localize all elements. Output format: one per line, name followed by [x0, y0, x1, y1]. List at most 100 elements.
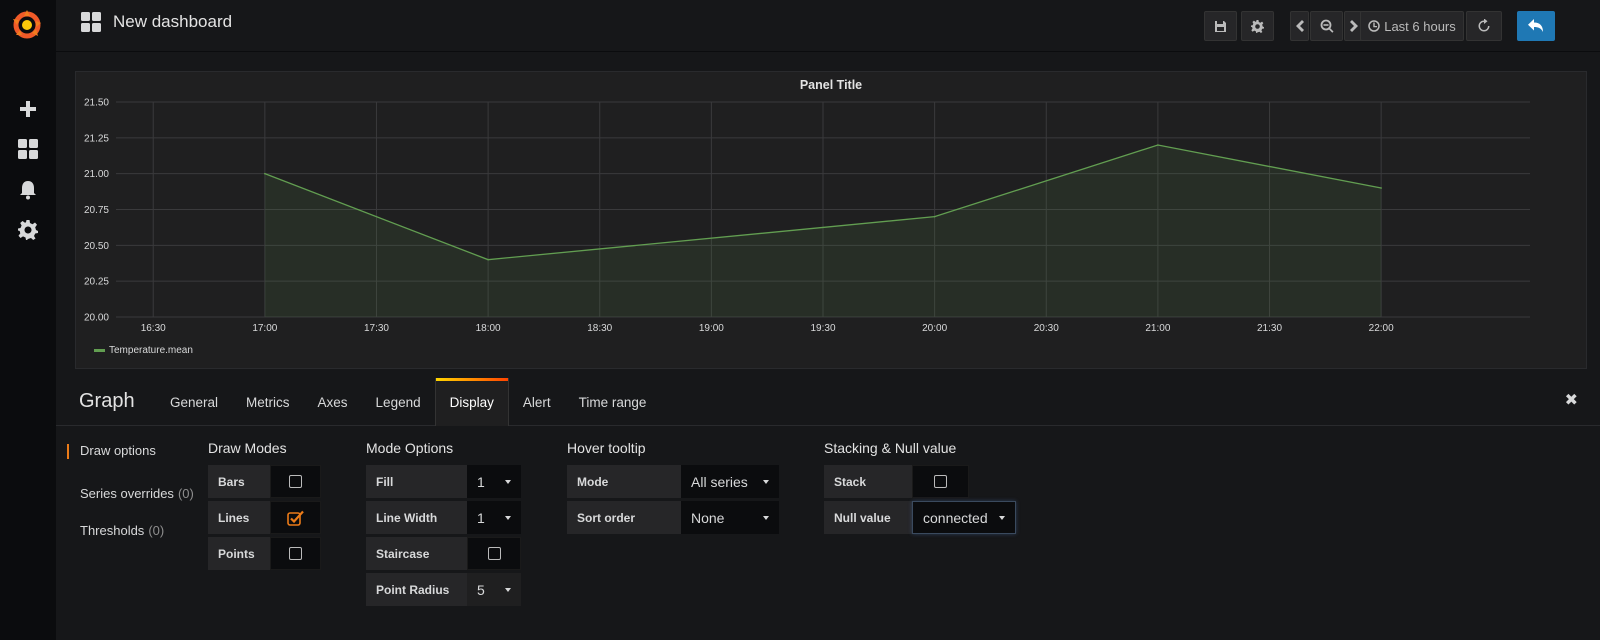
- dashboards-grid-icon: [81, 12, 101, 32]
- stack-checkbox[interactable]: [912, 465, 969, 498]
- draw-modes-section: Draw Modes Bars Lines Points: [208, 440, 321, 573]
- chevron-left-icon: [1295, 20, 1304, 32]
- points-label: Points: [208, 537, 270, 570]
- close-editor-icon[interactable]: ✖: [1565, 390, 1578, 410]
- tab-general[interactable]: General: [156, 378, 232, 426]
- x-tick-label: 18:30: [587, 323, 612, 334]
- create-icon[interactable]: [14, 95, 42, 123]
- data-point: [264, 172, 266, 175]
- checkbox-unchecked-icon: [487, 547, 501, 560]
- dashboard-picker[interactable]: New dashboard: [81, 12, 232, 32]
- caret-down-icon: [999, 515, 1005, 520]
- subnav-series-overrides[interactable]: Series overrides (0): [67, 475, 197, 512]
- back-to-dashboard-button[interactable]: [1517, 11, 1555, 41]
- x-tick-label: 16:30: [141, 323, 166, 334]
- y-tick-label: 21.50: [84, 98, 109, 109]
- back-arrow-icon: [1528, 19, 1543, 32]
- x-tick-label: 17:00: [252, 323, 277, 334]
- lines-label: Lines: [208, 501, 270, 534]
- x-tick-label: 22:00: [1369, 323, 1394, 334]
- draw-modes-title: Draw Modes: [208, 440, 287, 456]
- panel-editor: Graph General Metrics Axes Legend Displa…: [56, 378, 1600, 640]
- x-tick-label: 19:00: [699, 323, 724, 334]
- data-point: [1157, 144, 1159, 146]
- tooltip-mode-select[interactable]: All series: [681, 465, 779, 498]
- tab-alert[interactable]: Alert: [509, 378, 565, 426]
- fill-label: Fill: [366, 465, 467, 498]
- tab-time-range[interactable]: Time range: [565, 378, 661, 426]
- subnav-series-overrides-count: (0): [177, 486, 194, 501]
- stack-label: Stack: [824, 465, 912, 498]
- save-dashboard-button[interactable]: [1204, 11, 1237, 41]
- hover-tooltip-title: Hover tooltip: [567, 440, 646, 456]
- sort-order-select[interactable]: None: [681, 501, 779, 534]
- staircase-label: Staircase: [366, 537, 467, 570]
- point-radius-select[interactable]: 5: [467, 573, 521, 606]
- x-tick-label: 19:30: [810, 323, 835, 334]
- fill-value: 1: [477, 473, 485, 490]
- caret-down-icon: [763, 479, 769, 484]
- subnav-series-overrides-label: Series overrides: [80, 486, 174, 501]
- x-tick-label: 17:30: [364, 323, 389, 334]
- graph-chart: 20.00 20.25 20.50 20.75 21.00 21.25 21.50 16:30…: [84, 98, 1530, 334]
- points-checkbox[interactable]: [270, 537, 321, 570]
- zoom-out-icon: [1320, 19, 1333, 33]
- editor-tabs: General Metrics Axes Legend Display Aler…: [156, 378, 660, 426]
- grafana-logo-icon[interactable]: [10, 8, 44, 42]
- subnav-draw-options[interactable]: Draw options: [67, 438, 197, 475]
- bars-checkbox[interactable]: [270, 465, 321, 498]
- dashboards-icon[interactable]: [14, 135, 42, 163]
- gear-icon: [1251, 19, 1264, 33]
- chevron-right-icon: [1349, 20, 1358, 32]
- bars-label: Bars: [208, 465, 270, 498]
- x-tick-label: 20:30: [1034, 323, 1059, 334]
- configuration-gear-icon[interactable]: [14, 216, 42, 244]
- legend-item[interactable]: Temperature.mean: [94, 345, 193, 356]
- line-width-select[interactable]: 1: [467, 501, 521, 534]
- x-tick-label: 21:00: [1145, 323, 1170, 334]
- caret-down-icon: [505, 479, 511, 484]
- refresh-button[interactable]: [1466, 11, 1502, 41]
- tooltip-mode-label: Mode: [567, 465, 681, 498]
- legend-color-swatch: [94, 349, 105, 352]
- staircase-checkbox[interactable]: [467, 537, 521, 570]
- stacking-section: Stacking & Null value Stack Null value c…: [824, 440, 1016, 537]
- line-width-value: 1: [477, 509, 485, 526]
- clock-icon: [1368, 20, 1380, 32]
- subnav-thresholds[interactable]: Thresholds (0): [67, 512, 197, 549]
- sidebar: [0, 0, 56, 640]
- top-navbar: New dashboard Last 6 hours: [56, 0, 1600, 52]
- tab-legend[interactable]: Legend: [362, 378, 435, 426]
- display-subnav: Draw options Series overrides (0) Thresh…: [67, 438, 197, 549]
- tab-axes[interactable]: Axes: [304, 378, 362, 426]
- fill-select[interactable]: 1: [467, 465, 521, 498]
- data-point: [933, 215, 936, 218]
- hover-tooltip-section: Hover tooltip Mode All series Sort order…: [567, 440, 779, 537]
- legend-series-label: Temperature.mean: [109, 345, 193, 356]
- sort-order-value: None: [691, 509, 725, 526]
- null-value-select[interactable]: connected: [912, 501, 1016, 534]
- checkbox-unchecked-icon: [289, 475, 302, 488]
- checkbox-unchecked-icon: [289, 547, 302, 560]
- refresh-icon: [1478, 19, 1490, 32]
- time-shift-back-button[interactable]: [1290, 11, 1309, 41]
- null-value-value: connected: [923, 509, 988, 526]
- lines-checkbox[interactable]: [270, 501, 321, 534]
- stacking-title: Stacking & Null value: [824, 440, 957, 456]
- tab-metrics[interactable]: Metrics: [232, 378, 304, 426]
- subnav-draw-options-label: Draw options: [80, 443, 156, 458]
- dashboard-settings-button[interactable]: [1241, 11, 1274, 41]
- caret-down-icon: [505, 587, 511, 592]
- tab-display[interactable]: Display: [434, 378, 509, 426]
- point-radius-value: 5: [477, 581, 485, 598]
- y-tick-label: 21.25: [84, 133, 109, 144]
- alerting-bell-icon[interactable]: [14, 176, 42, 204]
- zoom-out-button[interactable]: [1310, 11, 1343, 41]
- data-point: [487, 258, 489, 261]
- y-tick-label: 20.00: [84, 313, 109, 324]
- time-range-picker[interactable]: Last 6 hours: [1360, 11, 1464, 41]
- editor-header: Graph General Metrics Axes Legend Displa…: [56, 378, 1600, 426]
- y-tick-label: 21.00: [84, 169, 109, 180]
- time-range-label: Last 6 hours: [1384, 18, 1456, 34]
- y-tick-label: 20.25: [84, 277, 109, 288]
